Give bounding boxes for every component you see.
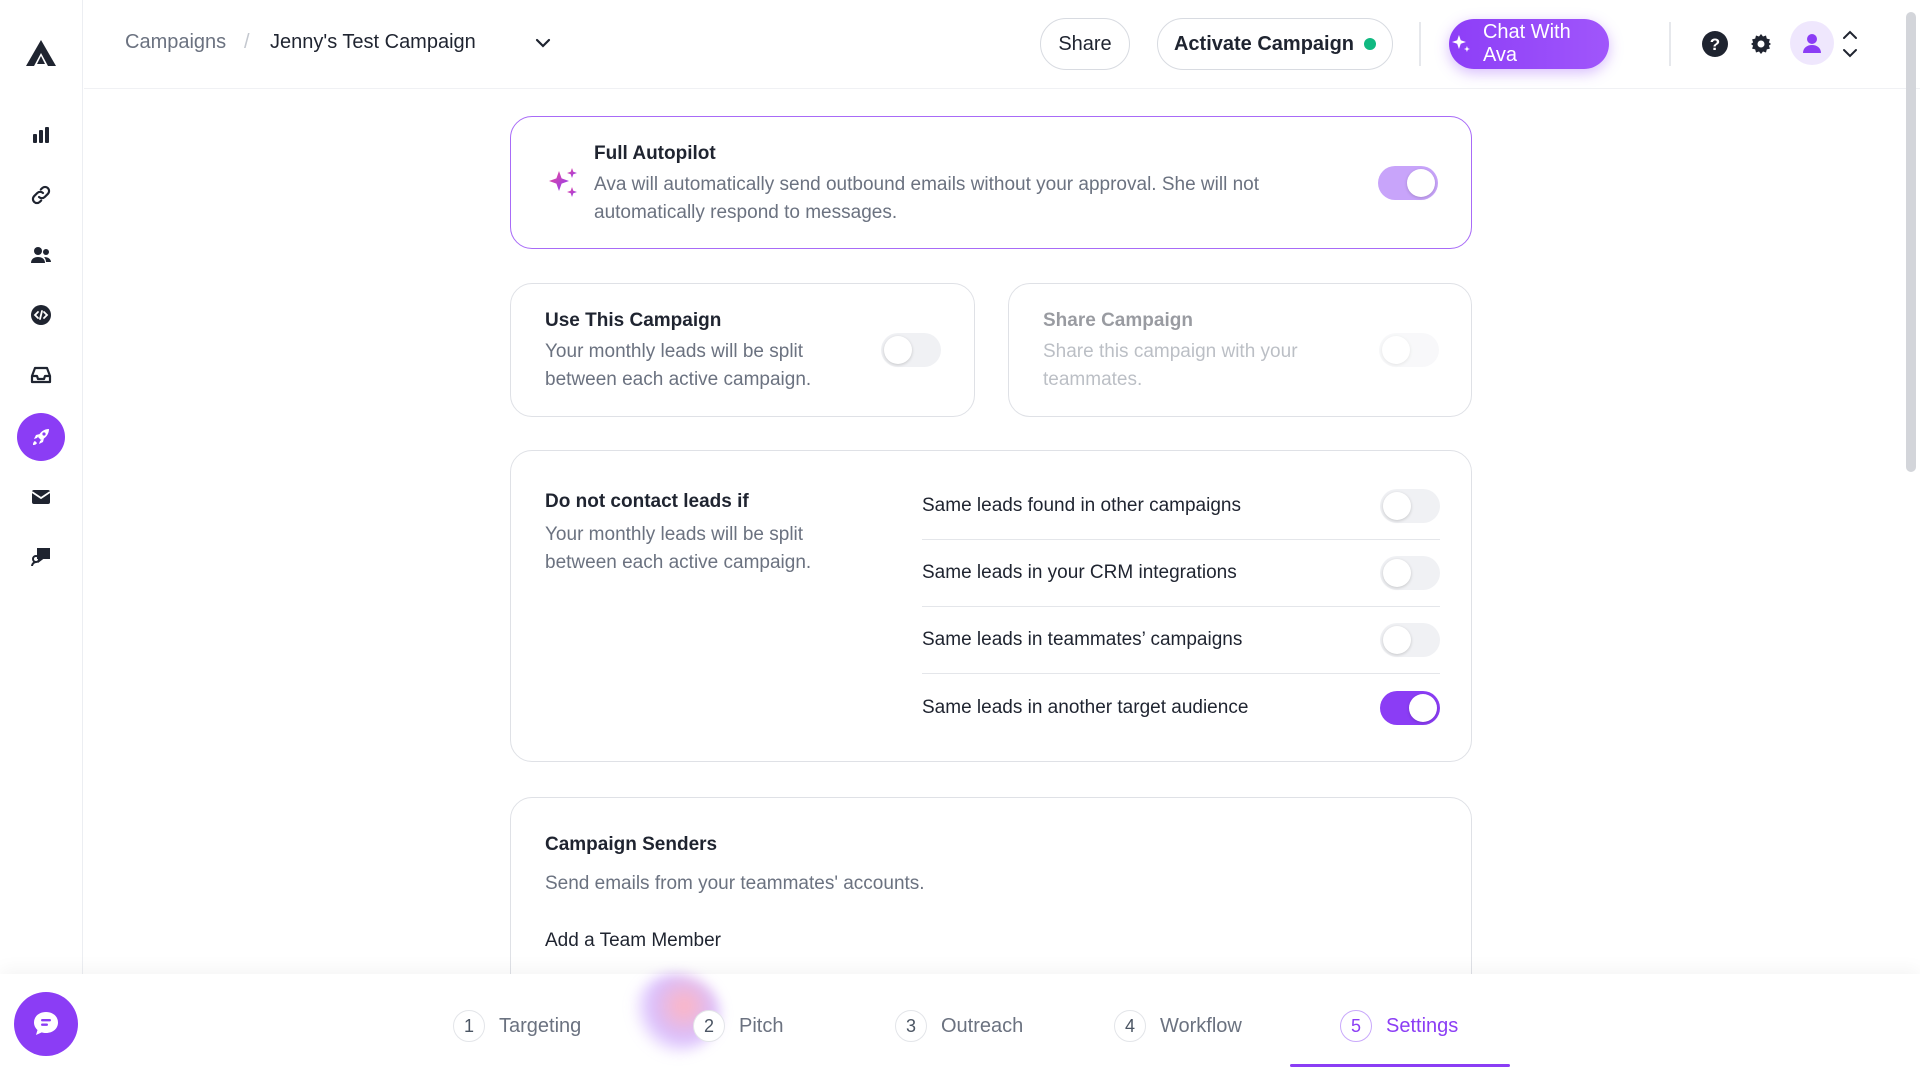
users-icon[interactable] [21, 235, 61, 275]
sparkle-icon [549, 168, 577, 197]
user-icon [1803, 34, 1821, 53]
step-label: Pitch [739, 1014, 784, 1037]
step-pitch[interactable]: 2 Pitch [693, 1010, 783, 1042]
add-team-member-button[interactable]: Add a Team Member [545, 930, 721, 952]
step-number: 4 [1114, 1010, 1146, 1042]
use-campaign-description: Your monthly leads will be split between… [545, 341, 812, 390]
bar-chart-icon[interactable] [21, 115, 61, 155]
chat-with-ava-button[interactable]: Chat With Ava [1449, 19, 1609, 69]
help-icon[interactable]: ? [1700, 29, 1730, 59]
use-campaign-title: Use This Campaign [545, 310, 722, 331]
campaign-senders-title: Campaign Senders [545, 834, 718, 855]
dnc-target-audience-toggle[interactable] [1380, 690, 1440, 725]
dnc-option-row: Same leads in your CRM integrations [922, 540, 1440, 607]
do-not-contact-description: Your monthly leads will be split between… [545, 524, 812, 573]
dnc-other-campaigns-toggle[interactable] [1380, 489, 1440, 523]
use-campaign-toggle[interactable] [881, 333, 941, 367]
chat-with-ava-label: Chat With Ava [1482, 21, 1571, 66]
avatar[interactable] [1790, 21, 1834, 65]
dnc-option-label: Same leads in another target audience [922, 696, 1249, 718]
full-autopilot-title: Full Autopilot [594, 143, 716, 164]
dnc-option-row: Same leads found in other campaigns [922, 473, 1440, 540]
account-switch-icon[interactable] [1840, 26, 1860, 62]
share-campaign-description: Share this campaign with your teammates. [1043, 341, 1298, 390]
link-icon[interactable] [21, 175, 61, 215]
dnc-option-label: Same leads in teammates’ campaigns [922, 629, 1243, 650]
step-number: 2 [693, 1010, 725, 1042]
step-label: Settings [1386, 1014, 1459, 1037]
share-button-label: Share [1058, 32, 1112, 55]
step-workflow[interactable]: 4 Workflow [1114, 1010, 1242, 1042]
breadcrumb-current-campaign[interactable]: Jenny's Test Campaign [270, 31, 476, 54]
share-campaign-toggle[interactable] [1379, 333, 1439, 367]
dnc-option-row: Same leads in teammates’ campaigns [922, 607, 1440, 674]
step-number: 5 [1340, 1010, 1372, 1042]
chevron-down-icon[interactable] [532, 32, 554, 54]
header-divider [1669, 22, 1671, 66]
step-outreach[interactable]: 3 Outreach [895, 1010, 1023, 1042]
step-label: Workflow [1160, 1014, 1242, 1037]
do-not-contact-card: Do not contact leads if Your monthly lea… [510, 450, 1472, 762]
sidebar [0, 0, 83, 1080]
dnc-option-row: Same leads in another target audience [922, 674, 1440, 741]
status-dot [1364, 38, 1377, 50]
breadcrumb-campaigns[interactable]: Campaigns [125, 31, 226, 54]
breadcrumb-separator: / [244, 31, 250, 53]
do-not-contact-title: Do not contact leads if [545, 491, 749, 512]
activate-campaign-button[interactable]: Activate Campaign [1157, 18, 1393, 70]
active-step-indicator [1290, 1064, 1510, 1067]
step-label: Targeting [499, 1014, 582, 1037]
app-logo-icon[interactable] [24, 38, 58, 68]
inbox-icon[interactable] [21, 355, 61, 395]
share-campaign-card: Share Campaign Share this campaign with … [1008, 283, 1472, 417]
support-chat-button[interactable] [14, 992, 78, 1056]
share-button[interactable]: Share [1040, 18, 1130, 70]
step-navigation: 1 Targeting 2 Pitch 3 Outreach 4 Workflo… [0, 974, 1920, 1080]
chat-help-icon[interactable] [21, 537, 61, 577]
scrollbar[interactable] [1906, 12, 1916, 472]
svg-text:?: ? [1710, 35, 1720, 54]
top-header: Campaigns / Jenny's Test Campaign Share … [84, 0, 1920, 89]
dnc-option-label: Same leads found in other campaigns [922, 495, 1241, 516]
step-label: Outreach [941, 1014, 1024, 1037]
full-autopilot-card: Full Autopilot Ava will automatically se… [510, 116, 1472, 249]
step-number: 3 [895, 1010, 927, 1042]
step-targeting[interactable]: 1 Targeting [453, 1010, 581, 1042]
use-campaign-card: Use This Campaign Your monthly leads wil… [510, 283, 975, 417]
full-autopilot-description: Ava will automatically send outbound ema… [594, 174, 1260, 223]
campaign-senders-description: Send emails from your teammates' account… [545, 873, 925, 894]
chat-bubble-icon [34, 1012, 58, 1035]
dnc-option-label: Same leads in your CRM integrations [922, 562, 1237, 583]
mail-icon[interactable] [21, 477, 61, 517]
dnc-crm-toggle[interactable] [1380, 556, 1440, 590]
share-campaign-title: Share Campaign [1043, 310, 1193, 331]
header-divider [1419, 22, 1421, 66]
full-autopilot-toggle[interactable] [1378, 166, 1438, 200]
sparkle-icon [1451, 35, 1470, 52]
gear-icon[interactable] [1746, 29, 1776, 59]
activate-campaign-label: Activate Campaign [1173, 32, 1355, 55]
rocket-icon[interactable] [17, 413, 65, 461]
step-settings[interactable]: 5 Settings [1340, 1010, 1458, 1042]
code-icon[interactable] [21, 295, 61, 335]
dnc-teammates-toggle[interactable] [1380, 623, 1440, 657]
step-number: 1 [453, 1010, 485, 1042]
